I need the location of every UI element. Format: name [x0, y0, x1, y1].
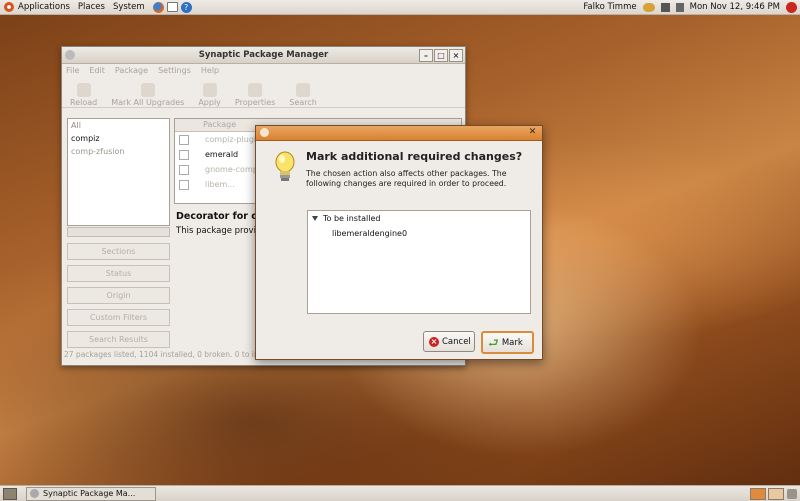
apply-icon — [202, 83, 217, 97]
mark-all-upgrades-button[interactable]: Mark All Upgrades — [111, 83, 184, 107]
cancel-button[interactable]: × Cancel — [423, 331, 475, 352]
list-item[interactable]: All — [68, 119, 169, 132]
reload-button[interactable]: Reload — [70, 83, 97, 107]
dialog-window-icon[interactable] — [260, 128, 269, 137]
status-button[interactable]: Status — [67, 265, 170, 282]
dialog-close-icon[interactable]: ✕ — [527, 127, 538, 138]
list-item[interactable]: libemeraldengine0 — [308, 226, 530, 238]
search-icon — [296, 83, 311, 97]
search-results-button[interactable]: Search Results — [67, 331, 170, 348]
properties-icon — [248, 83, 263, 97]
workspace-1[interactable] — [750, 487, 766, 500]
mark-arrow-icon: ⮐ — [488, 335, 499, 350]
workspace-2[interactable] — [768, 487, 784, 500]
close-icon[interactable]: × — [449, 49, 463, 62]
mark-label: Mark — [501, 337, 523, 348]
upgrade-icon — [140, 83, 155, 97]
sections-button[interactable]: Sections — [67, 243, 170, 260]
volume-icon[interactable] — [675, 2, 684, 12]
user-name[interactable]: Falko Timme — [583, 2, 636, 12]
properties-label: Properties — [234, 98, 276, 107]
expander-icon[interactable] — [312, 216, 318, 221]
bottom-panel: Synaptic Package Ma... — [0, 485, 800, 501]
mail-icon[interactable] — [166, 2, 178, 12]
dialog-heading: Mark additional required changes? — [306, 150, 523, 163]
cancel-label: Cancel — [442, 336, 471, 347]
synaptic-toolbar: Reload Mark All Upgrades Apply Propertie… — [62, 77, 465, 108]
synaptic-title: Synaptic Package Manager — [198, 50, 329, 60]
help-icon[interactable]: ? — [180, 1, 192, 13]
tree-group-label: To be installed — [323, 214, 381, 223]
minimize-icon[interactable]: – — [419, 49, 433, 62]
origin-button[interactable]: Origin — [67, 287, 170, 304]
network-icon[interactable] — [660, 2, 670, 12]
menu-edit[interactable]: Edit — [89, 66, 105, 75]
custom-filters-button[interactable]: Custom Filters — [67, 309, 170, 326]
trash-icon[interactable] — [787, 488, 797, 499]
dialog-message: The chosen action also affects other pac… — [306, 169, 507, 188]
top-panel: Applications Places System ? Falko Timme… — [0, 0, 800, 15]
checkbox[interactable] — [179, 149, 189, 160]
mark-all-upgrades-label: Mark All Upgrades — [111, 98, 185, 107]
dialog-titlebar[interactable]: ✕ — [256, 126, 542, 141]
apply-button[interactable]: Apply — [198, 83, 221, 107]
reload-label: Reload — [70, 98, 98, 107]
mark-changes-dialog: ✕ Mark additional required changes? The … — [255, 125, 543, 360]
show-desktop-icon[interactable] — [3, 487, 17, 500]
horizontal-scrollbar[interactable] — [67, 227, 170, 237]
window-icon[interactable] — [65, 50, 75, 60]
weather-icon[interactable] — [642, 2, 655, 12]
search-button[interactable]: Search — [289, 83, 317, 107]
menu-package[interactable]: Package — [115, 66, 148, 75]
tree-group-row[interactable]: To be installed — [308, 211, 530, 226]
search-label: Search — [289, 98, 317, 107]
cancel-icon: × — [429, 336, 439, 347]
clock[interactable]: Mon Nov 12, 9:46 PM — [690, 2, 780, 12]
menu-file[interactable]: File — [66, 66, 79, 75]
taskbar-item-label: Synaptic Package Ma... — [43, 489, 136, 498]
applications-menu[interactable]: Applications — [18, 2, 70, 12]
power-icon[interactable] — [786, 1, 797, 13]
checkbox[interactable] — [179, 164, 189, 175]
menu-settings[interactable]: Settings — [158, 66, 191, 75]
package-name: emerald — [205, 150, 239, 159]
apply-label: Apply — [198, 98, 221, 107]
synaptic-task-icon — [30, 489, 39, 498]
list-item[interactable]: comp-zfusion — [68, 145, 169, 158]
synaptic-menubar: File Edit Package Settings Help — [62, 64, 465, 77]
synaptic-titlebar[interactable]: Synaptic Package Manager – □ × — [62, 47, 465, 64]
changes-tree[interactable]: To be installed libemeraldengine0 — [307, 210, 531, 314]
menu-help[interactable]: Help — [201, 66, 219, 75]
firefox-icon[interactable] — [152, 1, 164, 13]
maximize-icon[interactable]: □ — [434, 49, 448, 62]
package-name: libem... — [205, 180, 235, 189]
system-menu[interactable]: System — [113, 2, 145, 12]
properties-button[interactable]: Properties — [235, 83, 275, 107]
places-menu[interactable]: Places — [78, 2, 105, 12]
lightbulb-icon — [275, 151, 295, 181]
list-item[interactable]: compiz — [68, 132, 169, 145]
mark-button[interactable]: ⮐ Mark — [481, 331, 534, 354]
workspace-switcher[interactable] — [748, 487, 784, 500]
checkbox[interactable] — [179, 134, 189, 145]
checkbox[interactable] — [179, 179, 189, 190]
taskbar-item-synaptic[interactable]: Synaptic Package Ma... — [26, 486, 156, 501]
reload-icon — [76, 83, 91, 97]
category-list[interactable]: All compiz comp-zfusion — [67, 118, 170, 226]
ubuntu-logo-icon[interactable] — [4, 2, 14, 12]
